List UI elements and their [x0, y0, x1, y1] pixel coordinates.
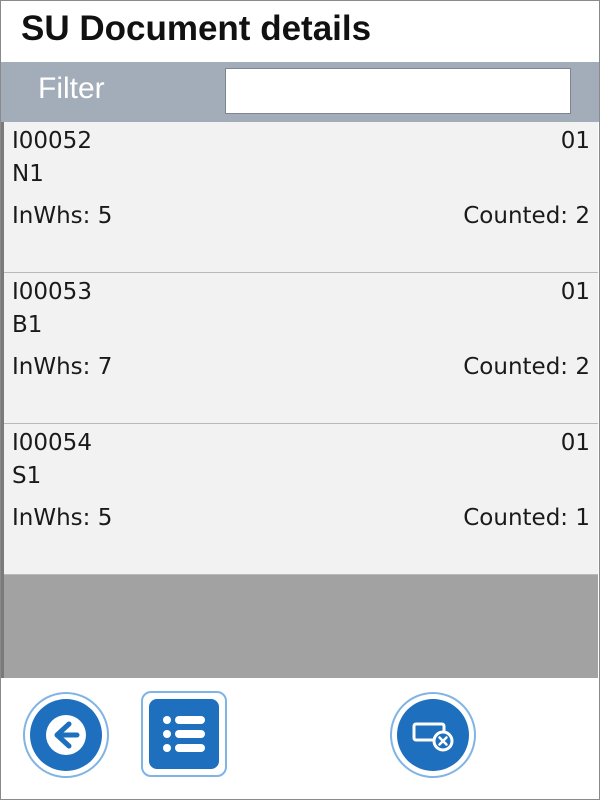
- header: SU Document details: [1, 1, 599, 61]
- list-button[interactable]: [141, 691, 227, 777]
- page-title: SU Document details: [21, 9, 372, 48]
- item-name: N1: [12, 161, 44, 187]
- list-item[interactable]: I00054 01 S1 InWhs: 5 Counted: 1: [4, 424, 598, 575]
- item-in-warehouse: InWhs: 5: [12, 203, 113, 229]
- item-number: 01: [560, 430, 590, 456]
- item-code: I00053: [12, 279, 92, 305]
- list-item[interactable]: I00053 01 B1 InWhs: 7 Counted: 2: [4, 273, 598, 424]
- item-in-warehouse: InWhs: 5: [12, 505, 113, 531]
- item-number: 01: [560, 128, 590, 154]
- back-arrow-icon: [30, 699, 102, 771]
- item-counted: Counted: 2: [463, 354, 590, 380]
- item-counted: Counted: 1: [463, 505, 590, 531]
- list-icon: [149, 699, 219, 769]
- back-button[interactable]: [23, 692, 109, 778]
- item-counted: Counted: 2: [463, 203, 590, 229]
- item-name: S1: [12, 463, 42, 489]
- delete-document-icon: [397, 699, 469, 771]
- item-name: B1: [12, 312, 43, 338]
- delete-document-button[interactable]: [390, 692, 476, 778]
- item-number: 01: [560, 279, 590, 305]
- item-code: I00054: [12, 430, 92, 456]
- filter-label: Filter: [38, 72, 105, 105]
- item-code: I00052: [12, 128, 92, 154]
- item-in-warehouse: InWhs: 7: [12, 354, 113, 380]
- document-list[interactable]: I00052 01 N1 InWhs: 5 Counted: 2 I00053 …: [1, 122, 598, 678]
- list-item[interactable]: I00052 01 N1 InWhs: 5 Counted: 2: [4, 122, 598, 273]
- filter-bar: Filter: [1, 62, 599, 122]
- footer-toolbar: [1, 680, 599, 799]
- filter-input[interactable]: [225, 68, 571, 114]
